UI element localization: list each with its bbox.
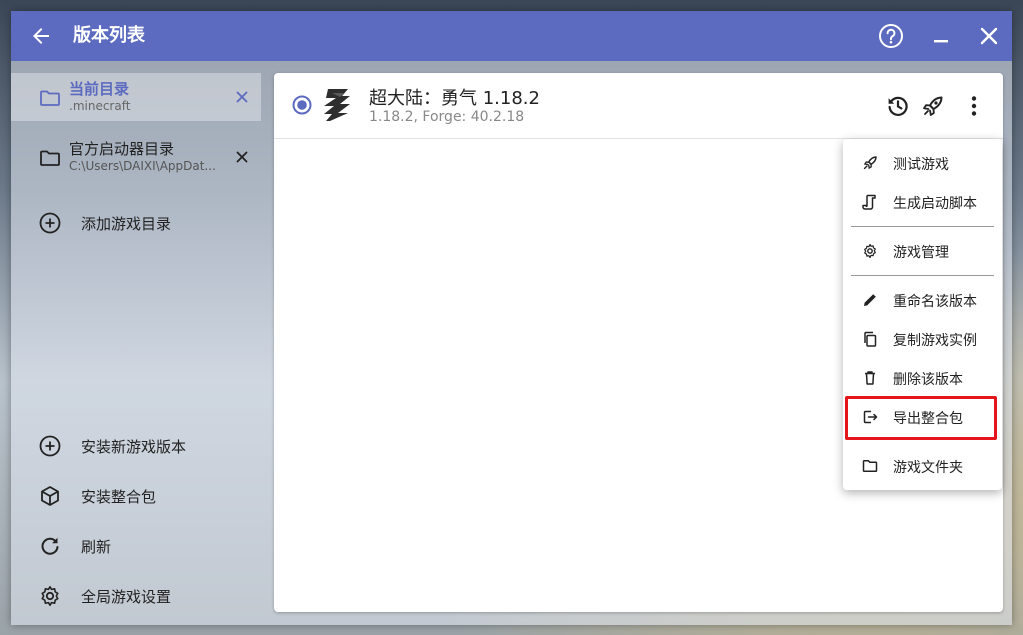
action-label: 全局游戏设置 bbox=[81, 588, 172, 606]
folder-icon bbox=[40, 90, 60, 106]
menu-item-game-management[interactable]: 游戏管理 bbox=[843, 232, 1002, 270]
script-icon bbox=[862, 194, 876, 210]
trash-icon bbox=[865, 371, 875, 385]
install-modpack-button[interactable]: 安装整合包 bbox=[11, 474, 261, 518]
version-list-item[interactable]: 超大陆：勇气 1.18.2 1.18.2, Forge: 40.2.18 bbox=[274, 73, 1003, 139]
folder-icon bbox=[40, 150, 60, 166]
menu-item-label: 游戏文件夹 bbox=[893, 460, 963, 476]
action-label: 安装新游戏版本 bbox=[81, 438, 187, 456]
remove-directory-icon[interactable] bbox=[233, 88, 251, 106]
add-directory-button[interactable]: 添加游戏目录 bbox=[11, 201, 261, 245]
menu-item-label: 重命名该版本 bbox=[893, 294, 977, 310]
action-label: 刷新 bbox=[81, 538, 112, 556]
selected-radio-icon[interactable] bbox=[292, 95, 312, 115]
rocket-icon bbox=[863, 156, 877, 170]
directory-item-current[interactable]: 当前目录 .minecraft bbox=[11, 73, 261, 121]
highlight-box-export-modpack bbox=[845, 396, 997, 440]
back-arrow-icon[interactable] bbox=[29, 24, 53, 48]
version-name: 超大陆：勇气 1.18.2 bbox=[369, 88, 540, 109]
menu-item-label: 生成启动脚本 bbox=[893, 196, 977, 212]
directory-item-official[interactable]: 官方启动器目录 C:\Users\DAIXI\AppDat... bbox=[11, 133, 261, 181]
menu-item-label: 删除该版本 bbox=[893, 372, 963, 388]
gear-icon bbox=[864, 243, 876, 259]
close-icon[interactable] bbox=[975, 22, 1003, 50]
package-icon bbox=[41, 486, 59, 506]
menu-item-label: 测试游戏 bbox=[893, 157, 949, 173]
menu-item-generate-script[interactable]: 生成启动脚本 bbox=[843, 183, 1002, 221]
plus-circle-icon bbox=[39, 435, 61, 457]
forge-anvil-icon bbox=[324, 89, 350, 121]
menu-item-delete-version[interactable]: 删除该版本 bbox=[843, 359, 1002, 397]
gear-icon bbox=[41, 586, 59, 606]
remove-directory-icon[interactable] bbox=[233, 148, 251, 166]
more-options-icon[interactable] bbox=[961, 93, 987, 119]
menu-item-game-folder[interactable]: 游戏文件夹 bbox=[843, 447, 1002, 485]
sidebar: 当前目录 .minecraft 官方启动器目录 C:\Users\DAIXI\A… bbox=[11, 61, 273, 625]
action-label: 安装整合包 bbox=[81, 488, 157, 506]
menu-item-label: 复制游戏实例 bbox=[893, 333, 977, 349]
minimize-icon[interactable] bbox=[927, 22, 955, 50]
rocket-icon[interactable] bbox=[920, 93, 946, 119]
refresh-icon bbox=[41, 537, 59, 555]
version-details: 1.18.2, Forge: 40.2.18 bbox=[369, 109, 525, 125]
refresh-button[interactable]: 刷新 bbox=[11, 524, 261, 568]
menu-item-test-game[interactable]: 测试游戏 bbox=[843, 144, 1002, 182]
menu-item-rename-version[interactable]: 重命名该版本 bbox=[843, 281, 1002, 319]
help-icon[interactable] bbox=[877, 22, 905, 50]
directory-name: 当前目录 bbox=[69, 80, 130, 98]
title-bar: 版本列表 bbox=[11, 11, 1012, 61]
install-version-button[interactable]: 安装新游戏版本 bbox=[11, 424, 261, 468]
add-directory-label: 添加游戏目录 bbox=[81, 215, 172, 233]
pencil-icon bbox=[864, 294, 876, 306]
window-title: 版本列表 bbox=[73, 25, 145, 46]
directory-path: C:\Users\DAIXI\AppDat... bbox=[69, 159, 216, 173]
history-icon[interactable] bbox=[885, 93, 911, 119]
plus-circle-icon bbox=[39, 212, 61, 234]
directory-path: .minecraft bbox=[69, 99, 131, 113]
global-settings-button[interactable]: 全局游戏设置 bbox=[11, 574, 261, 618]
directory-name: 官方启动器目录 bbox=[69, 140, 175, 158]
folder-icon bbox=[862, 459, 878, 473]
menu-divider bbox=[851, 226, 994, 227]
menu-divider bbox=[851, 275, 994, 276]
copy-icon bbox=[864, 331, 877, 347]
menu-item-copy-instance[interactable]: 复制游戏实例 bbox=[843, 320, 1002, 358]
menu-item-label: 游戏管理 bbox=[893, 245, 949, 261]
